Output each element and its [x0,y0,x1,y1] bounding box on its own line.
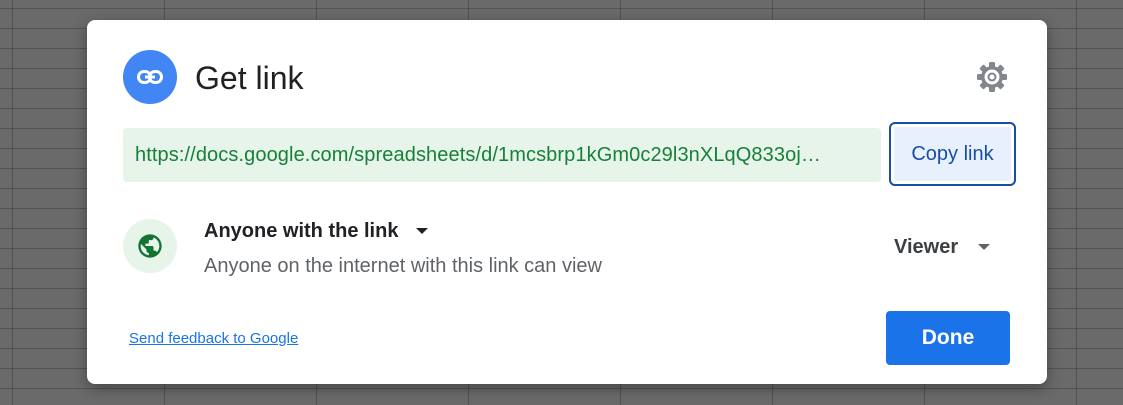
gear-icon [977,62,1007,92]
copy-link-button[interactable]: Copy link [889,122,1016,186]
access-description: Anyone on the internet with this link ca… [204,255,602,277]
caret-down-icon [416,228,429,234]
globe-icon [123,219,177,273]
role-label: Viewer [894,236,959,258]
done-button[interactable]: Done [886,311,1010,365]
role-dropdown[interactable]: Viewer [894,234,991,260]
link-url-field[interactable]: https://docs.google.com/spreadsheets/d/1… [123,128,881,182]
access-level-dropdown[interactable]: Anyone with the link [204,218,429,244]
send-feedback-link[interactable]: Send feedback to Google [129,330,298,347]
copy-link-label: Copy link [894,127,1011,181]
link-url-text: https://docs.google.com/spreadsheets/d/1… [135,143,821,166]
dialog-title: Get link [195,60,304,96]
caret-down-icon [978,244,991,250]
access-level-label: Anyone with the link [204,220,399,242]
get-link-dialog: Get link https://docs.google.com/spreads… [87,20,1047,384]
link-icon [123,50,177,104]
settings-button[interactable] [973,58,1011,96]
